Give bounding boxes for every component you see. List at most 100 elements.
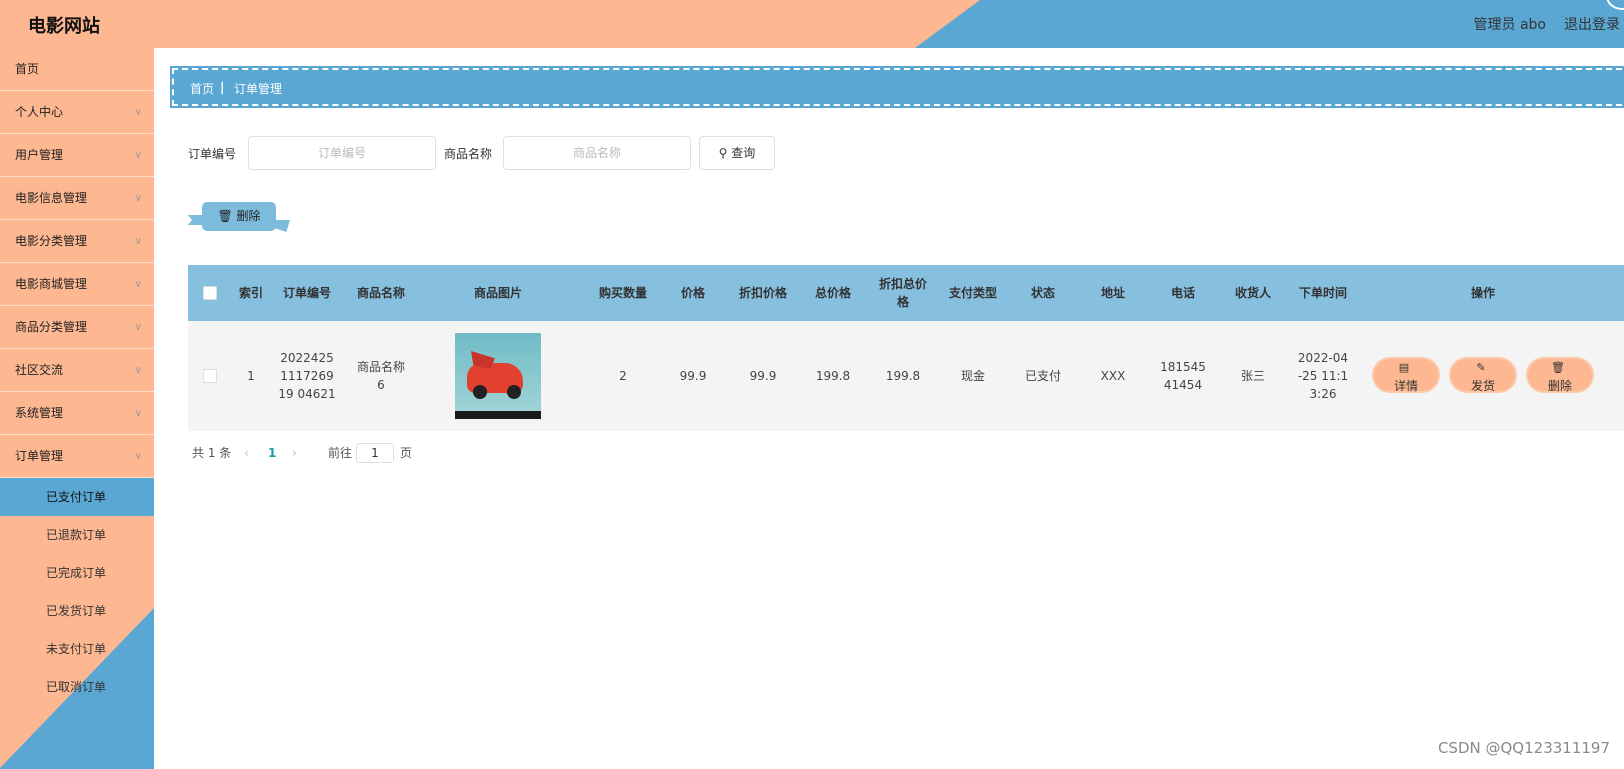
bulk-delete-wrapper: 🗑 删除 — [188, 202, 290, 234]
sidebar-item[interactable]: 社区交流 ∨ — [0, 349, 154, 392]
sidebar-item[interactable]: 个人中心 ∨ — [0, 91, 154, 134]
chevron-down-icon: ∨ — [134, 279, 142, 290]
sidebar-item[interactable]: 电影商城管理 ∨ — [0, 263, 154, 306]
sidebar-item-label: 电影商城管理 — [15, 277, 88, 291]
chevron-down-icon: ∨ — [134, 365, 142, 376]
breadcrumb-separator: | — [220, 80, 225, 94]
next-page-icon[interactable]: › — [292, 443, 297, 463]
col-discount-price: 折扣价格 — [738, 286, 787, 300]
cell-order-no: 2022425111726919 04621 — [278, 351, 336, 401]
cell-quantity: 2 — [619, 369, 627, 383]
cell-discount-price: 99.9 — [749, 369, 777, 383]
trash-icon: 🗑 — [217, 209, 233, 223]
col-phone: 电话 — [1170, 286, 1195, 300]
col-quantity: 购买数量 — [598, 286, 647, 300]
cell-status: 已支付 — [1024, 369, 1061, 383]
sidebar-subitem[interactable]: 已退款订单 — [0, 516, 154, 554]
product-name-label: 商品名称 — [444, 147, 493, 161]
col-price: 价格 — [680, 286, 705, 300]
select-all-checkbox[interactable] — [203, 286, 217, 300]
sidebar-subitem[interactable]: 已发货订单 — [0, 592, 154, 630]
cell-total-price: 199.8 — [815, 369, 851, 383]
sidebar-item-label: 电影信息管理 — [15, 191, 88, 205]
row-delete-button[interactable]: 🗑 删除 — [1528, 359, 1592, 393]
col-product-name: 商品名称 — [356, 286, 405, 300]
chevron-down-icon: ∨ — [134, 322, 142, 333]
page-number[interactable]: 1 — [268, 443, 276, 463]
sidebar-subitem[interactable]: 已取消订单 — [0, 668, 154, 706]
cell-index: 1 — [247, 369, 255, 383]
ship-button[interactable]: ✎ 发货 — [1451, 359, 1515, 393]
row-select-cell — [188, 321, 232, 431]
order-no-label: 订单编号 — [188, 147, 237, 161]
col-discount-total: 折扣总价格 — [878, 277, 927, 309]
cell-order-time: 2022-04-25 11:13:26 — [1297, 351, 1349, 401]
sidebar-item-label: 首页 — [15, 62, 40, 76]
search-icon: ⚲ — [718, 146, 728, 160]
col-total-price: 总价格 — [814, 286, 851, 300]
sidebar-item[interactable]: 电影分类管理 ∨ — [0, 220, 154, 263]
col-order-no: 订单编号 — [282, 286, 331, 300]
detail-button[interactable]: ▤ 详情 — [1374, 359, 1438, 393]
logout-link[interactable]: 退出登录 — [1564, 14, 1620, 34]
corner-circle-icon — [1606, 0, 1624, 10]
table-header: 索引 订单编号 商品名称 商品图片 购买数量 价格 折扣价格 总价格 折扣总价格… — [188, 265, 1624, 321]
col-actions: 操作 — [1470, 286, 1495, 300]
sidebar-menu: 首页 个人中心 ∨ 用户管理 ∨ 电影信息管理 ∨ 电影分类管理 ∨ 电影商城管理 ∨ 商品分类管理 ∨… — [0, 48, 154, 706]
sidebar-subitem[interactable]: 未支付订单 — [0, 630, 154, 668]
admin-user-label: 管理员 abo — [1473, 17, 1546, 33]
col-index: 索引 — [238, 286, 263, 300]
watermark: CSDN @QQ123311197 — [1437, 739, 1610, 757]
sidebar-item[interactable]: 用户管理 ∨ — [0, 134, 154, 177]
query-button[interactable]: ⚲ 查询 — [699, 136, 775, 170]
header-accent — [0, 0, 980, 48]
cell-product-image — [418, 321, 578, 431]
goto-label: 前往 — [328, 446, 353, 460]
sidebar-item[interactable]: 电影信息管理 ∨ — [0, 177, 154, 220]
cell-product-name: 商品名称6 — [356, 360, 405, 392]
bulk-delete-label: 删除 — [236, 209, 261, 223]
sidebar-item[interactable]: 商品分类管理 ∨ — [0, 306, 154, 349]
prev-page-icon[interactable]: ‹ — [244, 443, 249, 463]
cell-pay-type: 现金 — [960, 369, 985, 383]
sidebar-subitem[interactable]: 已完成订单 — [0, 554, 154, 592]
product-name-input[interactable] — [503, 136, 691, 170]
goto-page-input[interactable]: 1 — [356, 443, 394, 463]
document-icon: ▤ — [1398, 361, 1410, 374]
col-order-time: 下单时间 — [1298, 286, 1347, 300]
cell-discount-total: 199.8 — [885, 369, 921, 383]
col-address: 地址 — [1100, 286, 1125, 300]
col-status: 状态 — [1030, 286, 1055, 300]
cell-phone: 18154541454 — [1160, 360, 1206, 392]
chevron-down-icon: ∨ — [134, 236, 142, 247]
product-thumbnail[interactable] — [455, 333, 541, 419]
chevron-down-icon: ∨ — [134, 451, 142, 462]
breadcrumb-home[interactable]: 首页 — [190, 80, 214, 97]
sidebar-item[interactable]: 系统管理 ∨ — [0, 392, 154, 435]
chevron-down-icon: ∨ — [134, 150, 142, 161]
sidebar-item[interactable]: 订单管理 ∨ — [0, 435, 154, 478]
sidebar-subitem[interactable]: 已支付订单 — [0, 478, 154, 516]
select-all-cell — [188, 265, 232, 321]
sidebar-item-label: 用户管理 — [15, 148, 64, 162]
col-product-image: 商品图片 — [473, 286, 522, 300]
col-pay-type: 支付类型 — [948, 286, 997, 300]
cell-receiver: 张三 — [1240, 369, 1265, 383]
sidebar-item-label: 社区交流 — [15, 363, 64, 377]
site-title: 电影网站 — [28, 16, 100, 37]
page-suffix: 页 — [400, 446, 413, 460]
cell-address: XXX — [1100, 369, 1126, 383]
bulk-delete-button[interactable]: 🗑 删除 — [202, 202, 276, 231]
row-checkbox[interactable] — [203, 369, 217, 383]
edit-icon: ✎ — [1476, 361, 1486, 374]
col-receiver: 收货人 — [1234, 286, 1271, 300]
sidebar: 首页 个人中心 ∨ 用户管理 ∨ 电影信息管理 ∨ 电影分类管理 ∨ 电影商城管理 ∨ 商品分类管理 ∨… — [0, 48, 154, 769]
sidebar-item-label: 个人中心 — [15, 105, 64, 119]
breadcrumb: 首页 | 订单管理 — [170, 66, 1624, 108]
sidebar-item-label: 商品分类管理 — [15, 320, 88, 334]
chevron-down-icon: ∨ — [134, 408, 142, 419]
order-no-input[interactable] — [248, 136, 436, 170]
sidebar-item[interactable]: 首页 — [0, 48, 154, 91]
sidebar-item-label: 系统管理 — [15, 406, 64, 420]
chevron-down-icon: ∨ — [134, 107, 142, 118]
